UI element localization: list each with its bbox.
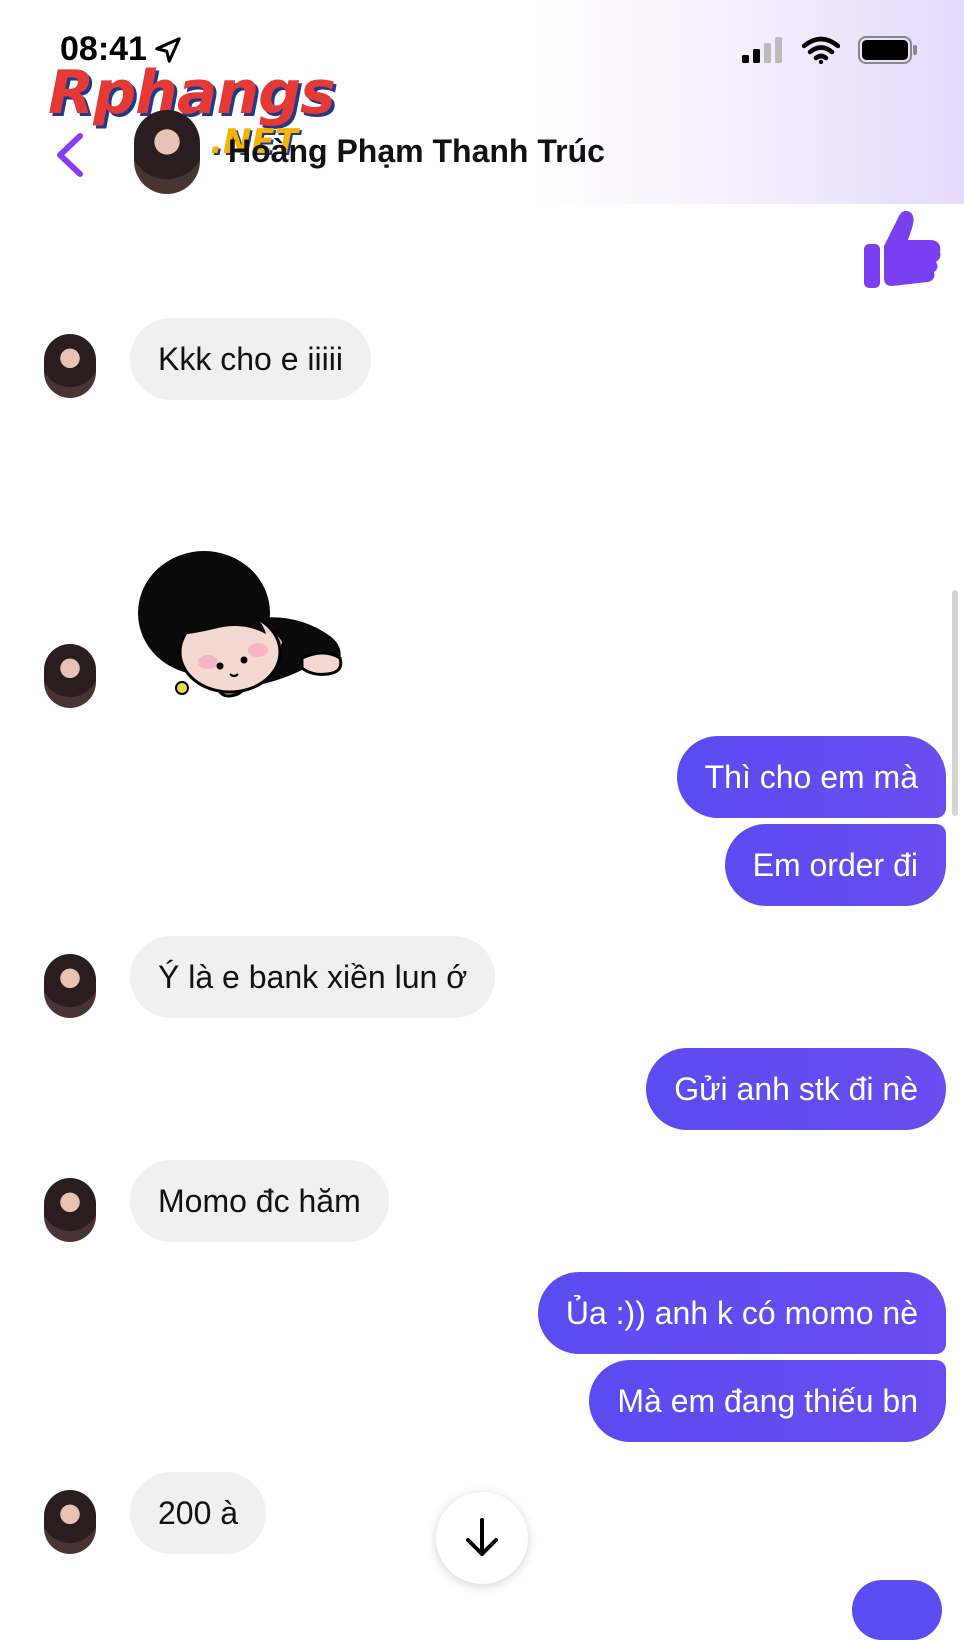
contact-avatar[interactable]	[134, 110, 200, 194]
watermark-logo: Rphangs	[48, 58, 336, 128]
message-bubble-outgoing[interactable]: Mà em đang thiếu bn	[589, 1360, 946, 1442]
message-bubble-outgoing[interactable]: Ủa :)) anh k có momo nè	[537, 1272, 946, 1354]
message-bubble-outgoing[interactable]: Gửi anh stk đi nè	[646, 1048, 946, 1130]
contact-name[interactable]: Hoàng Phạm Thanh Trúc	[228, 133, 605, 170]
arrow-down-icon	[466, 1518, 498, 1556]
sender-avatar[interactable]	[44, 954, 96, 1018]
sender-avatar[interactable]	[44, 1490, 96, 1554]
message-bubble-incoming[interactable]: Kkk cho e iiiii	[130, 318, 371, 400]
cellular-signal-icon	[742, 37, 782, 63]
sender-avatar[interactable]	[44, 644, 96, 708]
message-bubble-incoming[interactable]: 200 à	[130, 1472, 267, 1554]
chat-header: 08:41 Rphangs .NET Hoàng Phạm Thanh Trúc	[0, 0, 964, 204]
sender-avatar[interactable]	[44, 334, 96, 398]
message-bubble-incoming[interactable]: Ý là e bank xiền lun ớ	[130, 936, 496, 1018]
scroll-to-bottom-button[interactable]	[436, 1492, 528, 1584]
chevron-left-icon	[57, 133, 83, 177]
wifi-icon	[802, 36, 840, 64]
scrollbar[interactable]	[952, 590, 958, 816]
status-icons	[742, 36, 918, 64]
sleeping-girl-sticker[interactable]	[134, 548, 354, 708]
back-button[interactable]	[50, 130, 90, 180]
message-bubble-incoming[interactable]: Momo đc hăm	[130, 1160, 389, 1242]
like-thumbs-up-icon	[864, 210, 941, 288]
battery-icon	[858, 36, 917, 64]
message-bubble-partial[interactable]	[852, 1580, 942, 1640]
message-bubble-outgoing[interactable]: Em order đi	[724, 824, 946, 906]
sender-avatar[interactable]	[44, 1178, 96, 1242]
message-bubble-outgoing[interactable]: Thì cho em mà	[676, 736, 946, 818]
